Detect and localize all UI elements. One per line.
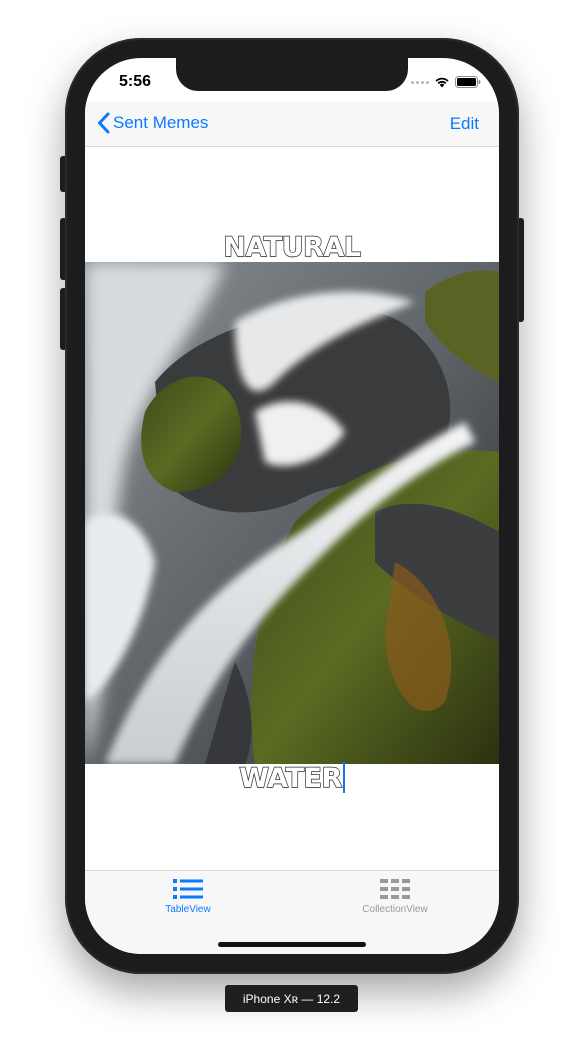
back-button-label: Sent Memes — [113, 113, 209, 132]
notch — [176, 58, 408, 91]
list-icon — [173, 879, 203, 899]
meme-bottom-text-field[interactable]: WATER — [85, 762, 499, 795]
tab-bar: TableView CollectionView — [85, 870, 499, 954]
meme-bottom-text: WATER — [239, 762, 343, 794]
tab-tableview[interactable]: TableView — [128, 877, 248, 915]
cellular-signal-icon — [411, 80, 429, 84]
tab-collectionview-label: CollectionView — [362, 904, 428, 915]
back-button[interactable]: Sent Memes — [97, 112, 208, 134]
edit-button[interactable]: Edit — [450, 114, 479, 134]
tab-tableview-label: TableView — [165, 904, 211, 915]
device-label: iPhone Xʀ — 12.2 — [225, 985, 358, 1012]
status-time: 5:56 — [119, 73, 152, 90]
chevron-left-icon — [98, 112, 110, 134]
tab-collectionview[interactable]: CollectionView — [335, 877, 455, 915]
home-indicator[interactable] — [218, 942, 366, 947]
wifi-icon — [435, 77, 449, 88]
meme-image — [85, 262, 499, 764]
status-icons — [411, 76, 481, 88]
device-screen: 5:56 Sent Memes Edit NATURAL WATER Table… — [85, 58, 499, 954]
simulator-stage: 5:56 Sent Memes Edit NATURAL WATER Table… — [0, 0, 584, 1048]
text-cursor — [342, 762, 345, 793]
grid-icon — [380, 879, 410, 899]
battery-icon — [455, 76, 481, 88]
meme-top-text[interactable]: NATURAL — [85, 231, 499, 263]
navigation-bar: Sent Memes Edit — [85, 102, 499, 147]
